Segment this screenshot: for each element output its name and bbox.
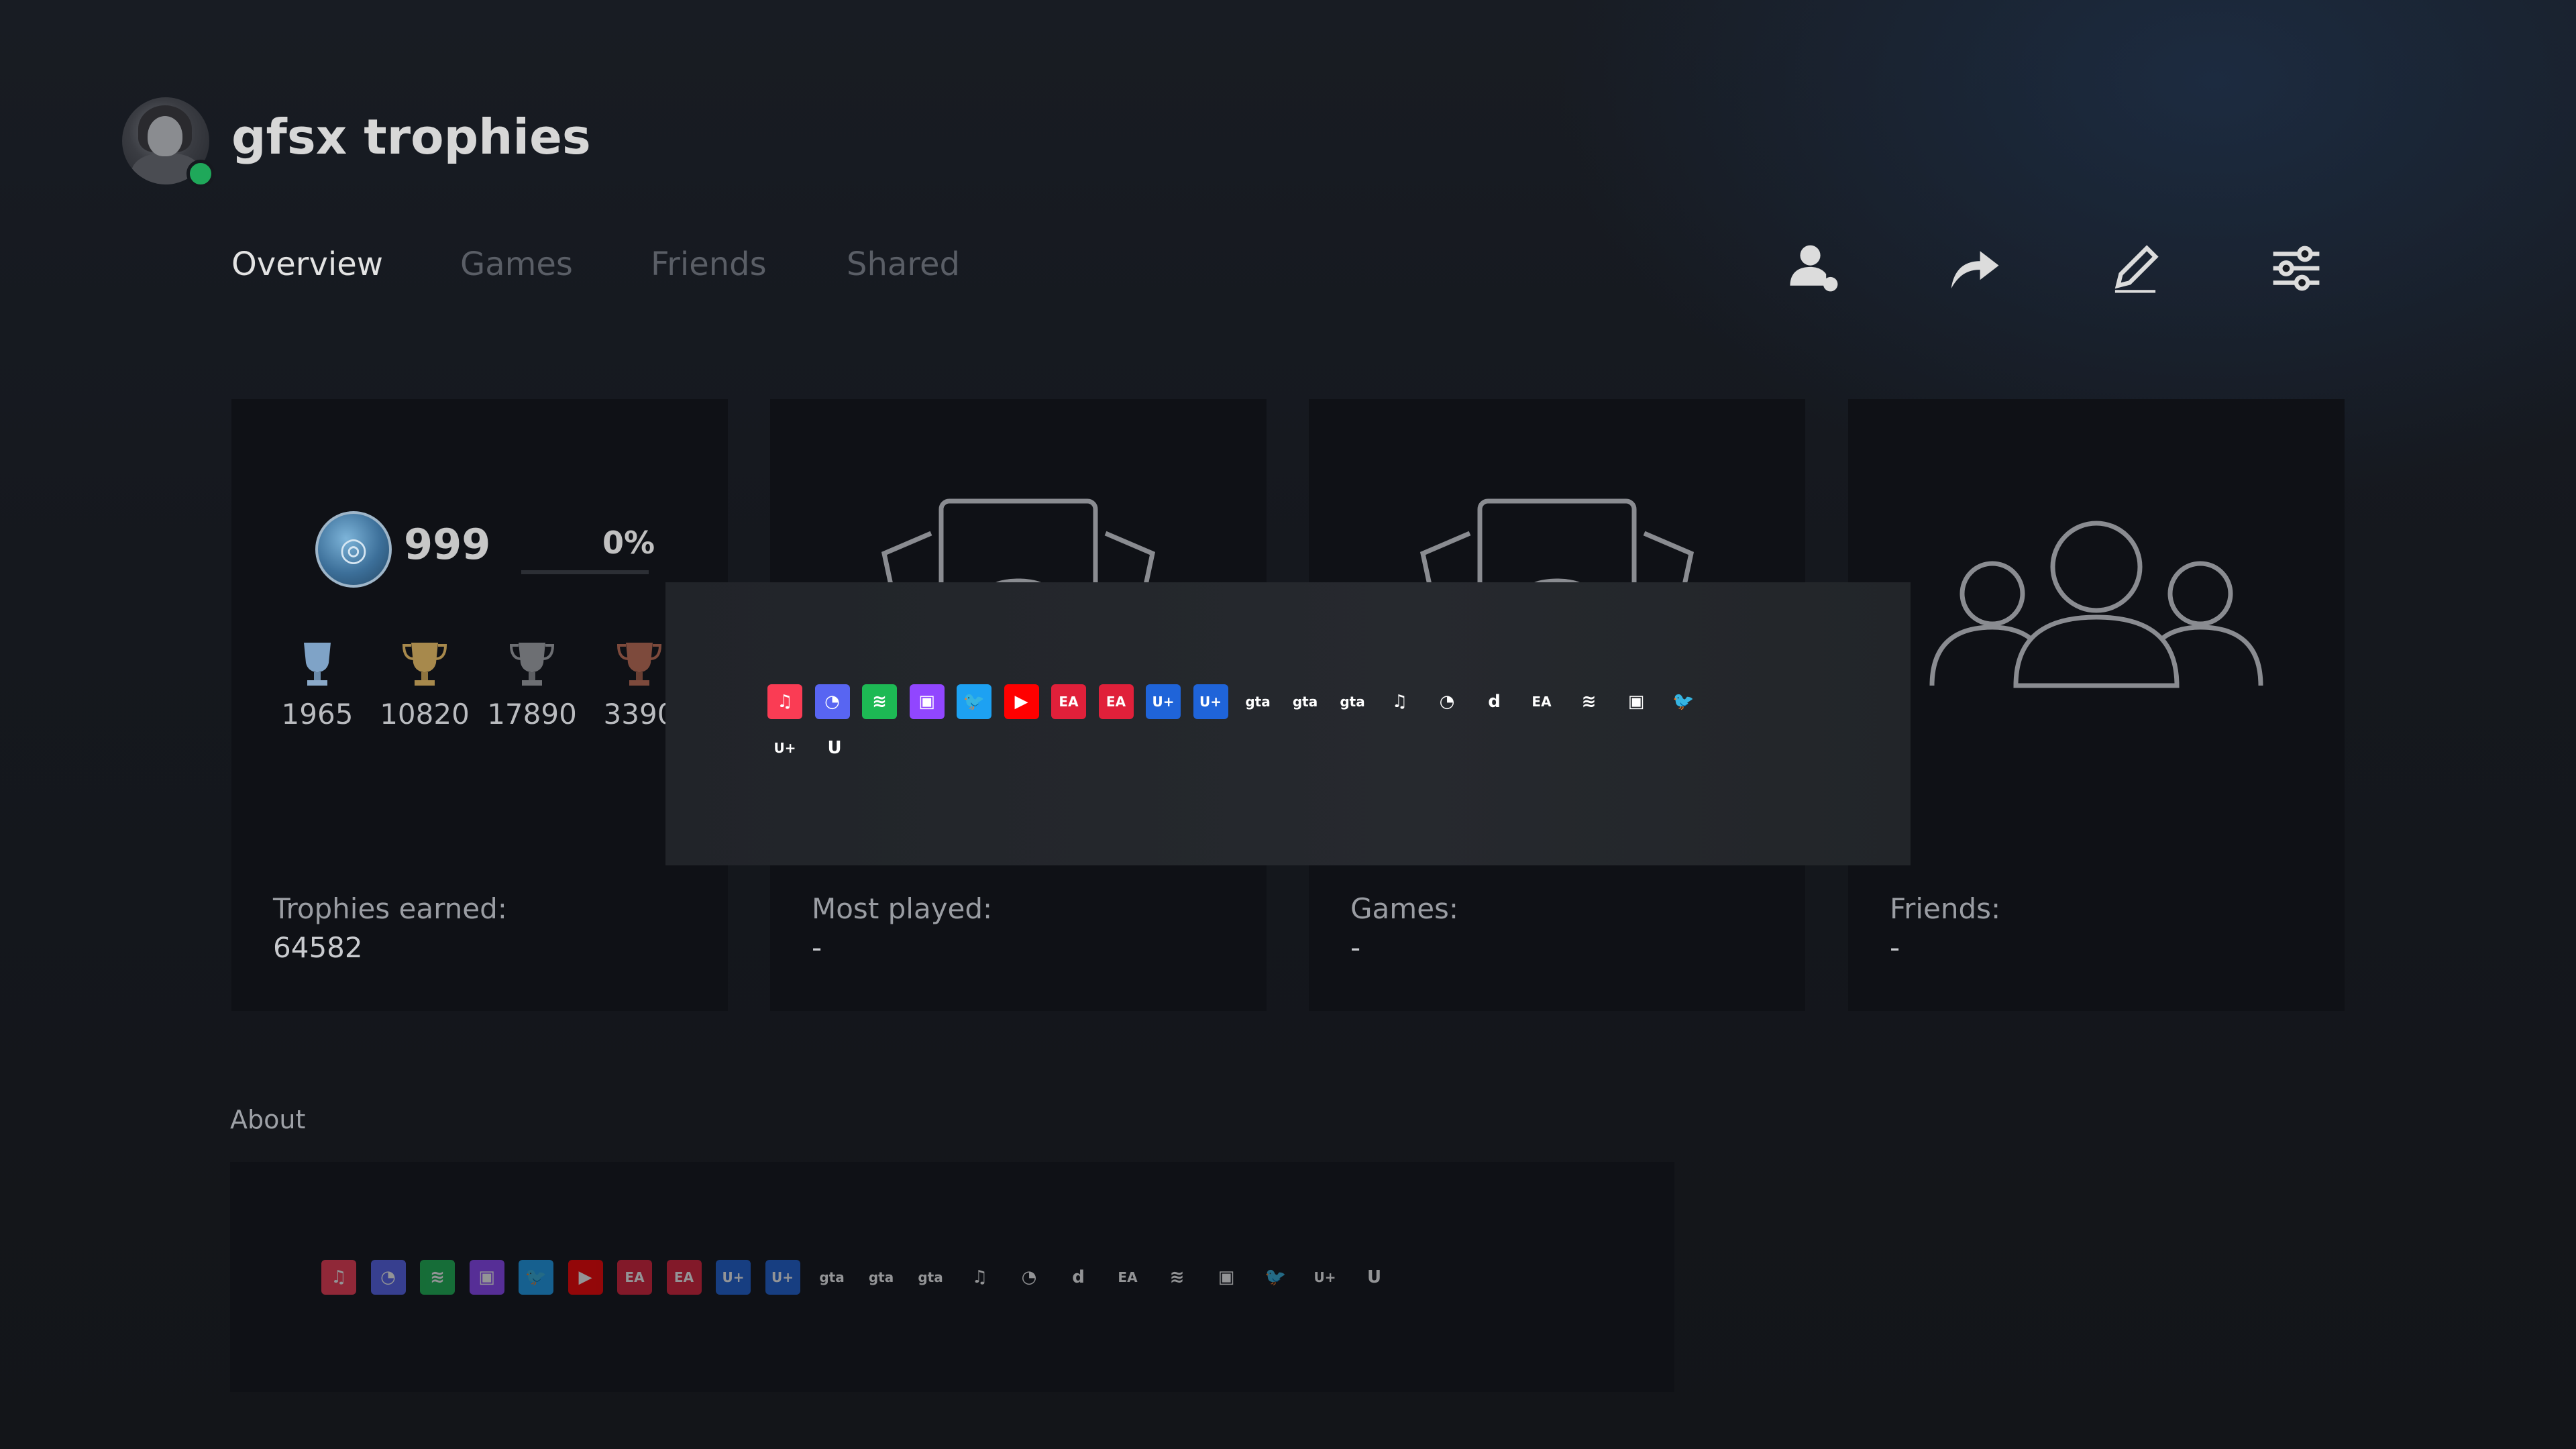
twitter-icon: 🐦 <box>519 1260 553 1295</box>
apple-music-icon: ♫ <box>767 684 802 719</box>
ubisoft-plus-icon: U+ <box>716 1260 751 1295</box>
apple-music-mono-icon: ♫ <box>971 1267 988 1287</box>
settings-sliders-icon <box>2273 246 2320 291</box>
gta-plus-locked-icon: gta <box>1292 694 1318 710</box>
discord-mono-icon: ◔ <box>1439 692 1455 712</box>
add-friend-icon <box>1790 245 1838 292</box>
platinum-trophy-icon <box>304 643 331 686</box>
tab-games[interactable]: Games <box>460 246 573 283</box>
youtube-icon: ▶ <box>1004 684 1039 719</box>
service-icons-popup: ♫ ◔ ≋ ▣ 🐦 ▶ EA EA U+ U+ gta gta gta ♫ ◔ d EA ≋ ▣ 🐦 U+ U <box>665 582 1911 865</box>
friends-group-icon <box>1929 521 2263 688</box>
edit-button[interactable] <box>2098 231 2172 305</box>
discord-icon: ◔ <box>814 684 850 719</box>
dazn-icon: d <box>1072 1267 1085 1287</box>
ea-icon: EA <box>1051 684 1086 719</box>
twitch-mono-icon: ▣ <box>1627 692 1645 712</box>
twitch-icon: ▣ <box>909 684 945 719</box>
ubisoft-plus-icon: U+ <box>1146 684 1181 719</box>
tab-overview[interactable]: Overview <box>231 246 383 283</box>
gta-plus-icon: gta <box>819 1269 845 1285</box>
friends-value: - <box>1890 931 1900 964</box>
twitch-icon: ▣ <box>469 1260 504 1295</box>
ea-mono-icon: EA <box>1532 694 1552 710</box>
spotify-mono-icon: ≋ <box>1169 1267 1185 1287</box>
gta-plus-alt-icon: gta <box>1340 694 1365 710</box>
gta-plus-locked-icon: gta <box>868 1269 894 1285</box>
settings-button[interactable] <box>2259 231 2333 305</box>
bronze-trophy-icon <box>616 643 662 686</box>
spotify-mono-icon: ≋ <box>1581 692 1597 712</box>
most-played-value: - <box>812 931 822 964</box>
twitter-icon: 🐦 <box>957 684 991 719</box>
spotify-icon: ≋ <box>420 1260 455 1295</box>
games-label: Games: <box>1350 892 1459 925</box>
most-played-label: Most played: <box>812 892 993 925</box>
gold-trophy-icon <box>402 643 447 686</box>
tab-friends[interactable]: Friends <box>651 246 767 283</box>
games-value: - <box>1350 931 1361 964</box>
dazn-icon: d <box>1488 692 1501 712</box>
about-panel: ♫ ◔ ≋ ▣ 🐦 ▶ EA EA U+ U+ gta gta gta ♫ ◔ d EA ≋ ▣ 🐦 U+ U <box>230 1162 1674 1392</box>
friends-label: Friends: <box>1890 892 2001 925</box>
level-progress-bar <box>521 570 649 574</box>
trophies-earned-value: 64582 <box>273 931 363 964</box>
level-progress-percent: 0% <box>602 525 655 561</box>
twitter-mono-icon: 🐦 <box>1265 1267 1287 1287</box>
platinum-count: 1965 <box>281 698 354 731</box>
spotify-icon: ≋ <box>862 684 897 719</box>
silver-trophy-icon <box>509 643 555 686</box>
tab-shared[interactable]: Shared <box>847 246 960 283</box>
trophy-level: 999 <box>404 520 491 569</box>
twitter-mono-icon: 🐦 <box>1672 692 1695 712</box>
apple-music-mono-icon: ♫ <box>1391 692 1408 712</box>
page-title: gfsx trophies <box>231 109 591 165</box>
gold-count: 10820 <box>380 698 470 731</box>
trophy-level-icon: ◎ <box>315 511 392 588</box>
gta-plus-icon: gta <box>1245 694 1271 710</box>
apple-music-icon: ♫ <box>321 1260 356 1295</box>
ea-locked-icon: EA <box>1098 684 1134 719</box>
trophies-earned-label: Trophies earned: <box>273 892 507 925</box>
silver-count: 17890 <box>487 698 577 731</box>
friends-card[interactable]: Friends: - <box>1848 399 2345 1011</box>
ubisoft-mono-icon: U <box>827 738 842 758</box>
ubisoft-plus-mono-icon: U+ <box>1313 1269 1336 1285</box>
ea-locked-icon: EA <box>666 1260 702 1295</box>
share-icon <box>1951 251 1999 289</box>
ubisoft-plus-locked-icon: U+ <box>1193 684 1228 719</box>
add-friend-button[interactable] <box>1778 231 1851 305</box>
ea-icon: EA <box>617 1260 652 1295</box>
discord-icon: ◔ <box>370 1260 406 1295</box>
ubisoft-mono-icon: U <box>1366 1267 1382 1287</box>
share-button[interactable] <box>1937 231 2011 305</box>
twitch-mono-icon: ▣ <box>1218 1267 1235 1287</box>
edit-icon <box>2114 245 2159 293</box>
discord-mono-icon: ◔ <box>1021 1267 1037 1287</box>
ubisoft-plus-mono-icon: U+ <box>773 740 796 756</box>
youtube-icon: ▶ <box>568 1260 603 1295</box>
about-heading: About <box>230 1105 306 1134</box>
online-status-dot <box>186 160 215 188</box>
ubisoft-plus-locked-icon: U+ <box>765 1260 800 1295</box>
gta-plus-alt-icon: gta <box>918 1269 943 1285</box>
ea-mono-icon: EA <box>1118 1269 1138 1285</box>
